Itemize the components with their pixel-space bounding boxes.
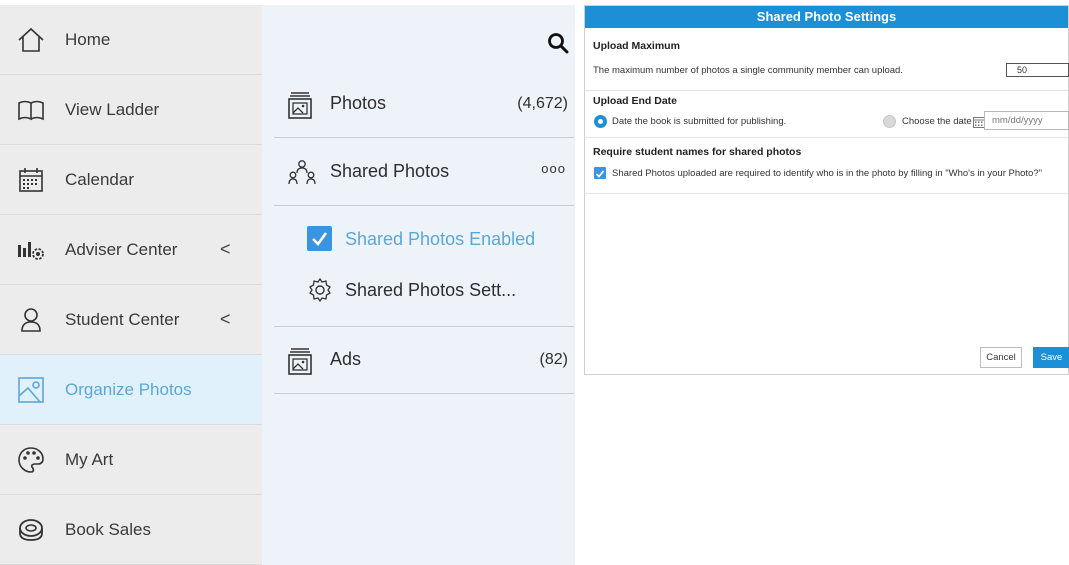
section-heading: Require student names for shared photos xyxy=(593,146,802,158)
divider xyxy=(274,326,574,327)
radio-label: Date the book is submitted for publishin… xyxy=(612,116,787,127)
upload-maximum-input[interactable]: 50 xyxy=(1006,63,1069,77)
sidebar-item-my-art[interactable]: My Art xyxy=(0,425,262,495)
divider xyxy=(274,205,574,206)
sidebar-item-student-center[interactable]: Student Center < xyxy=(0,285,262,355)
home-icon xyxy=(16,25,46,55)
adviser-chart-gear-icon xyxy=(16,235,46,265)
sidebar-item-calendar[interactable]: Calendar xyxy=(0,145,262,215)
student-icon xyxy=(16,305,46,335)
image-icon xyxy=(16,375,46,405)
sidebar-item-adviser-center[interactable]: Adviser Center < xyxy=(0,215,262,285)
radio-submitted[interactable] xyxy=(594,115,607,128)
section-description: The maximum number of photos a single co… xyxy=(593,65,903,76)
checkbox-checked-icon[interactable] xyxy=(307,226,332,251)
sidebar-item-view-ladder[interactable]: View Ladder xyxy=(0,75,262,145)
chevron-left-icon[interactable]: < xyxy=(220,309,231,330)
settings-label: Shared Photos Sett... xyxy=(345,280,517,300)
sidebar-item-book-sales[interactable]: Book Sales xyxy=(0,495,262,565)
radio-choose-date[interactable] xyxy=(883,115,896,128)
album-panel: Photos (4,672) Shared Photos ooo Shared … xyxy=(262,5,575,565)
coins-icon xyxy=(16,515,46,545)
book-icon xyxy=(16,95,46,125)
section-heading: Upload End Date xyxy=(593,95,678,107)
sidebar-item-label: View Ladder xyxy=(65,99,160,119)
album-count: (4,672) xyxy=(517,95,568,112)
sidebar-item-home[interactable]: Home xyxy=(0,5,262,75)
shared-photos-settings-link[interactable]: Shared Photos Sett... xyxy=(302,273,562,309)
cancel-button[interactable]: Cancel xyxy=(980,347,1022,368)
album-row-photos[interactable]: Photos (4,672) xyxy=(274,77,574,137)
shared-people-icon xyxy=(288,159,316,187)
sidebar-item-organize-photos[interactable]: Organize Photos xyxy=(0,355,262,425)
album-label: Shared Photos xyxy=(330,161,450,181)
sidebar-item-label: Adviser Center xyxy=(65,239,178,259)
shared-photo-settings-dialog: Shared Photo Settings Upload Maximum The… xyxy=(584,5,1069,375)
sidebar-item-label: Organize Photos xyxy=(65,379,192,399)
shared-photos-enabled-toggle[interactable]: Shared Photos Enabled xyxy=(302,222,562,258)
palette-icon xyxy=(16,445,46,475)
sidebar-nav: Home View Ladder Calendar Adviser Center… xyxy=(0,5,262,565)
checkbox-checked-icon[interactable] xyxy=(594,167,606,179)
sidebar-item-label: Student Center xyxy=(65,309,180,329)
toggle-label: Shared Photos Enabled xyxy=(345,229,536,249)
section-heading: Upload Maximum xyxy=(593,40,680,52)
album-count: (82) xyxy=(539,351,568,368)
upload-end-date-section: Upload End Date Date the book is submitt… xyxy=(585,91,1069,138)
sidebar-item-label: My Art xyxy=(65,449,114,469)
album-label: Photos xyxy=(330,93,387,113)
album-row-shared-photos[interactable]: Shared Photos ooo xyxy=(274,145,574,205)
checkbox-label: Shared Photos uploaded are required to i… xyxy=(612,168,1042,179)
save-button[interactable]: Save xyxy=(1033,347,1069,368)
album-row-ads[interactable]: Ads (82) xyxy=(274,333,574,393)
album-label: Ads xyxy=(330,349,362,369)
photo-album-icon xyxy=(288,347,312,375)
photo-album-icon xyxy=(288,91,312,119)
gear-icon xyxy=(307,277,332,303)
divider xyxy=(274,137,574,138)
sidebar-item-label: Home xyxy=(65,29,111,49)
end-date-input[interactable]: mm/dd/yyyy xyxy=(984,111,1069,130)
search-icon[interactable] xyxy=(547,32,569,54)
calendar-icon xyxy=(16,165,46,195)
sidebar-item-label: Calendar xyxy=(65,169,134,189)
upload-maximum-section: Upload Maximum The maximum number of pho… xyxy=(585,28,1069,91)
require-names-section: Require student names for shared photos … xyxy=(585,138,1068,194)
chevron-left-icon[interactable]: < xyxy=(220,239,231,260)
dialog-title: Shared Photo Settings xyxy=(585,6,1068,28)
radio-label: Choose the date xyxy=(902,116,972,127)
more-options-icon[interactable]: ooo xyxy=(541,161,566,176)
sidebar-item-label: Book Sales xyxy=(65,519,151,539)
divider xyxy=(274,393,574,394)
app-root: Home View Ladder Calendar Adviser Center… xyxy=(0,0,1069,565)
